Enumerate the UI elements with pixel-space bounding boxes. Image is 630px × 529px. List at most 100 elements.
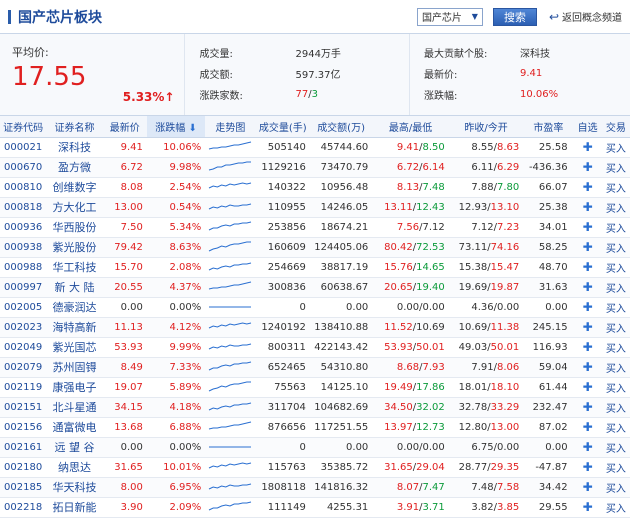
buy-link[interactable]: 买入: [601, 137, 630, 158]
table-row[interactable]: 000997 新 大 陆 20.55 4.37% 300836 60638.67 20.65…: [0, 277, 630, 298]
stock-code[interactable]: 000936: [0, 217, 47, 238]
stock-code[interactable]: 002005: [0, 297, 47, 318]
stock-name[interactable]: 新 大 陆: [46, 277, 103, 298]
add-watchlist-button[interactable]: ✚: [573, 257, 602, 278]
table-row[interactable]: 002185 华天科技 8.00 6.95% 1808118 141816.32 8.07/…: [0, 477, 630, 498]
trend-sparkline[interactable]: [205, 237, 256, 258]
add-watchlist-button[interactable]: ✚: [573, 497, 602, 518]
col-header-volume[interactable]: 成交量(手): [255, 116, 310, 138]
col-header-amount[interactable]: 成交额(万): [309, 116, 373, 138]
buy-link[interactable]: 买入: [601, 277, 630, 298]
buy-link[interactable]: 买入: [601, 237, 630, 258]
stock-name[interactable]: 海特高新: [46, 317, 103, 338]
trend-sparkline[interactable]: [205, 377, 256, 398]
buy-link[interactable]: 买入: [601, 197, 630, 218]
buy-link[interactable]: 买入: [601, 437, 630, 458]
stock-name[interactable]: 苏州固锝: [46, 357, 103, 378]
add-watchlist-button[interactable]: ✚: [573, 137, 602, 158]
table-row[interactable]: 000988 华工科技 15.70 2.08% 254669 38817.19 15.76/…: [0, 257, 630, 278]
add-watchlist-button[interactable]: ✚: [573, 417, 602, 438]
trend-sparkline[interactable]: [205, 257, 256, 278]
stock-code[interactable]: 000997: [0, 277, 47, 298]
trend-sparkline[interactable]: [205, 157, 256, 178]
stock-name[interactable]: 深科技: [46, 137, 103, 158]
stock-code[interactable]: 002023: [0, 317, 47, 338]
trend-sparkline[interactable]: [205, 337, 256, 358]
stock-code[interactable]: 000818: [0, 197, 47, 218]
buy-link[interactable]: 买入: [601, 297, 630, 318]
col-header-name[interactable]: 证券名称: [46, 116, 103, 138]
stock-code[interactable]: 000810: [0, 177, 47, 198]
trend-sparkline[interactable]: [205, 317, 256, 338]
trend-sparkline[interactable]: [205, 177, 256, 198]
buy-link[interactable]: 买入: [601, 217, 630, 238]
table-row[interactable]: 000670 盈方微 6.72 9.98% 1129216 73470.79 6.72/6.…: [0, 157, 630, 178]
trend-sparkline[interactable]: [205, 417, 256, 438]
buy-link[interactable]: 买入: [601, 157, 630, 178]
trend-sparkline[interactable]: [205, 197, 256, 218]
stock-name[interactable]: 纳思达: [46, 457, 103, 478]
buy-link[interactable]: 买入: [601, 377, 630, 398]
add-watchlist-button[interactable]: ✚: [573, 397, 602, 418]
table-row[interactable]: 000936 华西股份 7.50 5.34% 253856 18674.21 7.56/7.…: [0, 217, 630, 238]
buy-link[interactable]: 买入: [601, 317, 630, 338]
add-watchlist-button[interactable]: ✚: [573, 457, 602, 478]
stock-code[interactable]: 002119: [0, 377, 47, 398]
stock-name[interactable]: 方大化工: [46, 197, 103, 218]
buy-link[interactable]: 买入: [601, 257, 630, 278]
add-watchlist-button[interactable]: ✚: [573, 437, 602, 458]
trend-sparkline[interactable]: [205, 137, 256, 158]
col-header-price[interactable]: 最新价: [102, 116, 147, 138]
table-row[interactable]: 002119 康强电子 19.07 5.89% 75563 14125.10 19.49/1…: [0, 377, 630, 398]
add-watchlist-button[interactable]: ✚: [573, 217, 602, 238]
stock-name[interactable]: 创维数字: [46, 177, 103, 198]
col-header-highlow[interactable]: 最高/最低: [372, 116, 449, 138]
col-header-change[interactable]: 涨跌幅 ⬇: [146, 116, 206, 138]
search-button[interactable]: 搜索: [492, 7, 537, 26]
buy-link[interactable]: 买入: [601, 177, 630, 198]
stock-code[interactable]: 002156: [0, 417, 47, 438]
table-row[interactable]: 002005 德豪润达 0.00 0.00% 0 0.00 0.00/0.00 4.36/0.…: [0, 297, 630, 318]
stock-name[interactable]: 康强电子: [46, 377, 103, 398]
add-watchlist-button[interactable]: ✚: [573, 477, 602, 498]
buy-link[interactable]: 买入: [601, 357, 630, 378]
stock-name[interactable]: 通富微电: [46, 417, 103, 438]
buy-link[interactable]: 买入: [601, 337, 630, 358]
table-row[interactable]: 002151 北斗星通 34.15 4.18% 311704 104682.69 34.50…: [0, 397, 630, 418]
trend-sparkline[interactable]: [205, 277, 256, 298]
table-row[interactable]: 002161 远 望 谷 0.00 0.00% 0 0.00 0.00/0.00 6.75/0…: [0, 437, 630, 458]
buy-link[interactable]: 买入: [601, 417, 630, 438]
trend-sparkline[interactable]: [205, 357, 256, 378]
table-row[interactable]: 002180 纳思达 31.65 10.01% 115763 35385.72 31.65/…: [0, 457, 630, 478]
stock-name[interactable]: 紫光国芯: [46, 337, 103, 358]
add-watchlist-button[interactable]: ✚: [573, 157, 602, 178]
stock-code[interactable]: 002185: [0, 477, 47, 498]
stock-name[interactable]: 华天科技: [46, 477, 103, 498]
top-stock-value[interactable]: 深科技: [520, 45, 630, 60]
add-watchlist-button[interactable]: ✚: [573, 237, 602, 258]
stock-code[interactable]: 002161: [0, 437, 47, 458]
table-row[interactable]: 002023 海特高新 11.13 4.12% 1240192 138410.88 11.5…: [0, 317, 630, 338]
buy-link[interactable]: 买入: [601, 477, 630, 498]
stock-code[interactable]: 002218: [0, 497, 47, 518]
stock-code[interactable]: 000988: [0, 257, 47, 278]
table-row[interactable]: 000938 紫光股份 79.42 8.63% 160609 124405.06 80.42…: [0, 237, 630, 258]
trend-sparkline[interactable]: [205, 437, 256, 458]
add-watchlist-button[interactable]: ✚: [573, 177, 602, 198]
add-watchlist-button[interactable]: ✚: [573, 337, 602, 358]
stock-name[interactable]: 德豪润达: [46, 297, 103, 318]
stock-name[interactable]: 紫光股份: [46, 237, 103, 258]
col-header-prevopen[interactable]: 昨收/今开: [448, 116, 524, 138]
stock-code[interactable]: 000021: [0, 137, 47, 158]
stock-code[interactable]: 002180: [0, 457, 47, 478]
table-row[interactable]: 000818 方大化工 13.00 0.54% 110955 14246.05 13.11/…: [0, 197, 630, 218]
table-row[interactable]: 002049 紫光国芯 53.93 9.99% 800311 422143.42 53.93…: [0, 337, 630, 358]
table-row[interactable]: 002079 苏州固锝 8.49 7.33% 652465 54310.80 8.68/7.…: [0, 357, 630, 378]
trend-sparkline[interactable]: [205, 217, 256, 238]
stock-name[interactable]: 拓日新能: [46, 497, 103, 518]
table-row[interactable]: 002156 通富微电 13.68 6.88% 876656 117251.55 13.97…: [0, 417, 630, 438]
buy-link[interactable]: 买入: [601, 397, 630, 418]
add-watchlist-button[interactable]: ✚: [573, 197, 602, 218]
table-row[interactable]: 000810 创维数字 8.08 2.54% 140322 10956.48 8.13/7.…: [0, 177, 630, 198]
stock-code[interactable]: 002049: [0, 337, 47, 358]
